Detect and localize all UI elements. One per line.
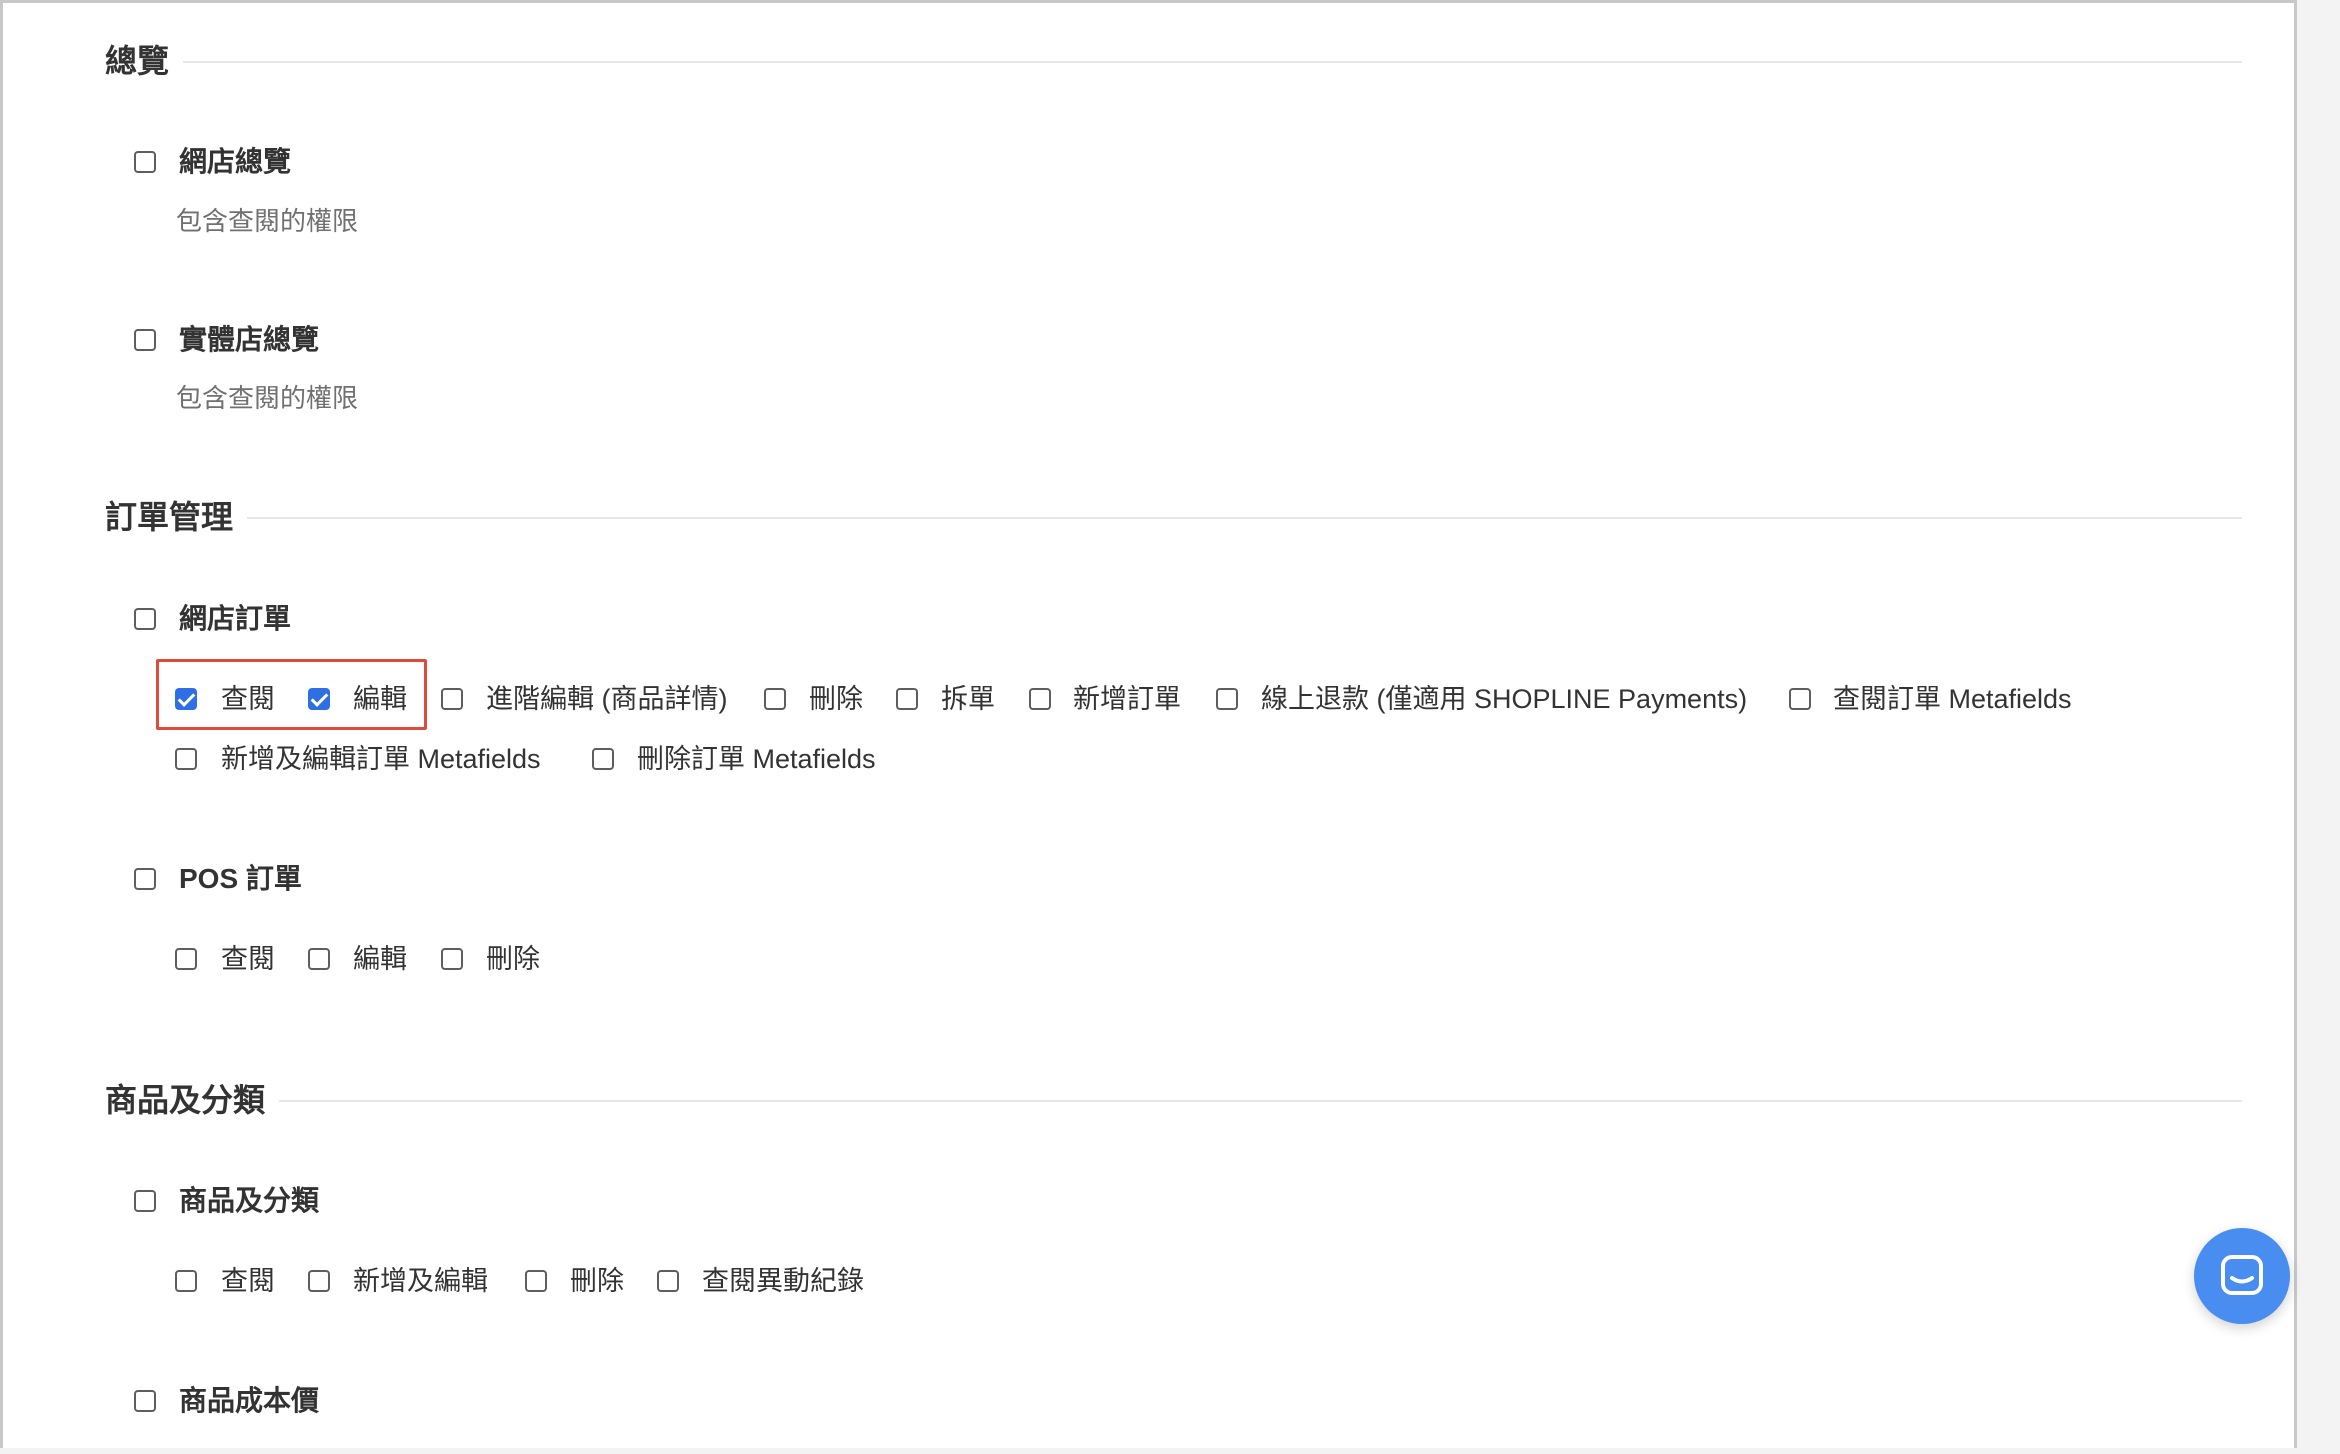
online-store-overview-desc: 包含查閱的權限 <box>176 206 359 236</box>
online-orders-view-metafields-checkbox[interactable] <box>1789 688 1811 710</box>
retail-store-overview-checkbox[interactable] <box>134 329 156 351</box>
pos-orders-view-label: 查閱 <box>221 944 275 974</box>
products-categories-label: 商品及分類 <box>179 1185 320 1216</box>
pos-orders-delete-label: 刪除 <box>486 944 540 974</box>
section-orders: 訂單管理 <box>105 497 2242 537</box>
pos-orders-view-checkbox[interactable] <box>175 948 197 970</box>
section-divider <box>105 61 2242 63</box>
permissions-page: 總覽 網店總覽 包含查閱的權限 實體店總覽 包含查閱的權限 訂單管理 網店訂單 … <box>0 0 2297 1448</box>
chat-bubble-icon <box>2221 1255 2263 1295</box>
online-store-overview-label: 網店總覽 <box>179 146 292 177</box>
products-categories-checkbox[interactable] <box>134 1190 156 1212</box>
online-orders-advanced-edit-label: 進階編輯 (商品詳情) <box>486 684 728 714</box>
products-view-label: 查閱 <box>221 1266 275 1296</box>
section-title-orders: 訂單管理 <box>105 497 248 537</box>
product-cost-checkbox[interactable] <box>134 1390 156 1412</box>
products-view-history-label: 查閱異動紀錄 <box>702 1266 864 1296</box>
online-store-overview-checkbox[interactable] <box>134 151 156 173</box>
online-orders-checkbox[interactable] <box>134 608 156 630</box>
online-orders-label: 網店訂單 <box>179 603 292 634</box>
online-orders-refund-checkbox[interactable] <box>1216 688 1238 710</box>
section-divider <box>105 1100 2242 1102</box>
products-delete-checkbox[interactable] <box>525 1270 547 1292</box>
online-orders-create-label: 新增訂單 <box>1073 684 1181 714</box>
online-orders-edit-metafields-label: 新增及編輯訂單 Metafields <box>221 744 541 774</box>
products-view-history-checkbox[interactable] <box>657 1270 679 1292</box>
pos-orders-edit-label: 編輯 <box>353 944 407 974</box>
online-orders-edit-metafields-checkbox[interactable] <box>175 748 197 770</box>
products-create-edit-checkbox[interactable] <box>308 1270 330 1292</box>
online-orders-view-checkbox[interactable] <box>175 688 197 710</box>
online-orders-delete-checkbox[interactable] <box>764 688 786 710</box>
online-orders-view-label: 查閱 <box>221 684 275 714</box>
retail-store-overview-desc: 包含查閱的權限 <box>176 383 359 413</box>
online-orders-refund-label: 線上退款 (僅適用 SHOPLINE Payments) <box>1261 684 1748 714</box>
online-orders-edit-checkbox[interactable] <box>308 688 330 710</box>
products-view-checkbox[interactable] <box>175 1270 197 1292</box>
online-orders-delete-metafields-label: 刪除訂單 Metafields <box>637 744 876 774</box>
pos-orders-checkbox[interactable] <box>134 868 156 890</box>
section-products: 商品及分類 <box>105 1080 2242 1120</box>
online-orders-delete-metafields-checkbox[interactable] <box>592 748 614 770</box>
online-orders-create-checkbox[interactable] <box>1029 688 1051 710</box>
pos-orders-delete-checkbox[interactable] <box>441 948 463 970</box>
products-create-edit-label: 新增及編輯 <box>353 1266 488 1296</box>
product-cost-label: 商品成本價 <box>179 1385 320 1416</box>
pos-orders-label: POS 訂單 <box>179 863 302 894</box>
online-orders-edit-label: 編輯 <box>353 684 407 714</box>
online-orders-view-metafields-label: 查閱訂單 Metafields <box>1833 684 2072 714</box>
online-orders-advanced-edit-checkbox[interactable] <box>441 688 463 710</box>
online-orders-split-label: 拆單 <box>941 684 995 714</box>
section-divider <box>105 517 2242 519</box>
section-title-products: 商品及分類 <box>105 1080 280 1120</box>
section-title-overview: 總覽 <box>105 41 184 81</box>
chat-button[interactable] <box>2194 1228 2290 1324</box>
retail-store-overview-label: 實體店總覽 <box>179 324 320 355</box>
section-overview: 總覽 <box>105 41 2242 81</box>
pos-orders-edit-checkbox[interactable] <box>308 948 330 970</box>
online-orders-delete-label: 刪除 <box>809 684 863 714</box>
products-delete-label: 刪除 <box>570 1266 624 1296</box>
online-orders-split-checkbox[interactable] <box>896 688 918 710</box>
